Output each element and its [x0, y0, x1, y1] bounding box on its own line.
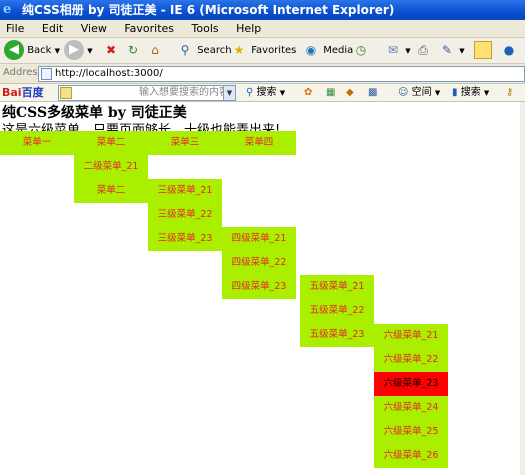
menu-tools[interactable]: Tools: [192, 20, 219, 37]
menu-favorites[interactable]: Favorites: [124, 20, 174, 37]
home-button[interactable]: ⌂: [146, 40, 164, 62]
input-icon: [60, 87, 72, 99]
standard-toolbar: ◀ Back ▼ ▶ ▼ ✖ ↻ ⌂ ⚲ Search ★ Favorites …: [0, 38, 525, 64]
submenu-l5-item-2[interactable]: 五级菜单_22: [300, 299, 374, 323]
ie-logo-icon: e: [3, 2, 12, 17]
baidu-search2-button[interactable]: ▮ 搜索 ▼: [452, 85, 489, 101]
address-label: Address: [3, 67, 43, 78]
history-button[interactable]: ◷: [352, 40, 370, 62]
back-arrow-icon: ◀: [4, 40, 24, 60]
stop-icon: ✖: [105, 43, 117, 57]
print-button[interactable]: ⎙: [414, 40, 432, 62]
page-icon: [41, 68, 52, 80]
baidu-search-input[interactable]: 输入想要搜索的内容 ▼: [58, 85, 236, 101]
submenu-l3-item-2[interactable]: 三级菜单_22: [148, 203, 222, 227]
printer-icon: ⎙: [418, 43, 428, 57]
forward-arrow-icon: ▶: [64, 40, 84, 60]
menu-edit[interactable]: Edit: [42, 20, 63, 37]
refresh-button[interactable]: ↻: [124, 40, 142, 62]
baidu-tool-1[interactable]: ✿: [304, 85, 312, 101]
submenu-l3-item-1[interactable]: 三级菜单_21: [148, 179, 222, 203]
favorites-button[interactable]: ★ Favorites: [230, 40, 297, 62]
baidu-toolbar: Bai百度 输入想要搜索的内容 ▼ ⚲ 搜索 ▼ ✿ ▦ ◆ ▩ ☺ 空间 ▼ …: [0, 84, 525, 102]
menu-item-1[interactable]: 菜单一: [0, 131, 74, 155]
space-icon: ☺: [398, 87, 409, 98]
media-button[interactable]: ◉ Media: [302, 40, 353, 62]
menu-view[interactable]: View: [81, 20, 107, 37]
note-icon: [474, 41, 492, 59]
submenu-l5-item-1[interactable]: 五级菜单_21: [300, 275, 374, 299]
forward-button[interactable]: ▶ ▼: [64, 40, 93, 62]
menu-item-3[interactable]: 菜单三: [148, 131, 222, 155]
mail-button[interactable]: ✉ ▼: [384, 40, 411, 62]
back-button[interactable]: ◀ Back ▼: [4, 40, 60, 62]
baidu-logo[interactable]: Bai百度: [2, 85, 44, 101]
image-icon: ▦: [326, 87, 336, 98]
know-icon: ◆: [346, 87, 354, 98]
menu-file[interactable]: File: [6, 20, 24, 37]
edit-icon: ✎: [441, 43, 453, 57]
baidu-search-button[interactable]: ⚲ 搜索 ▼: [246, 85, 285, 101]
window-title: 纯CSS相册 by 司徒正美 - IE 6 (Microsoft Interne…: [22, 3, 395, 17]
menu-help[interactable]: Help: [236, 20, 261, 37]
baidu-search-placeholder: 输入想要搜索的内容: [139, 87, 229, 98]
messenger-button[interactable]: ●: [500, 40, 518, 62]
baidu-tool-2[interactable]: ▦: [326, 85, 335, 101]
submenu-l6-item-4[interactable]: 六级菜单_24: [374, 396, 448, 420]
submenu-l3-item-3[interactable]: 三级菜单_23: [148, 227, 222, 251]
submenu-l6-item-6[interactable]: 六级菜单_26: [374, 444, 448, 468]
baidu-space-button[interactable]: ☺ 空间 ▼: [398, 85, 440, 101]
menu-item-2[interactable]: 菜单二: [74, 131, 148, 155]
discuss-button[interactable]: [474, 40, 492, 62]
vertical-scrollbar[interactable]: [520, 102, 525, 475]
refresh-icon: ↻: [127, 43, 139, 57]
home-icon: ⌂: [151, 43, 159, 57]
submenu-l5-item-3[interactable]: 五级菜单_23: [300, 323, 374, 347]
search-icon: ⚲: [246, 87, 254, 98]
submenu-l2-item-1[interactable]: 二级菜单_21: [74, 155, 148, 179]
baidu-tool-4[interactable]: ▩: [368, 85, 377, 101]
search-button[interactable]: ⚲ Search: [176, 40, 232, 62]
mail-icon: ✉: [387, 43, 399, 57]
star-icon: ★: [233, 43, 245, 57]
submenu-l4-item-1[interactable]: 四级菜单_21: [222, 227, 296, 251]
address-bar: Address http://localhost:3000/: [0, 64, 525, 84]
stop-button[interactable]: ✖: [102, 40, 120, 62]
history-icon: ◷: [355, 43, 367, 57]
tool-icon: ✿: [304, 87, 313, 98]
menu-bar: File Edit View Favorites Tools Help: [0, 20, 525, 38]
address-url: http://localhost:3000/: [55, 68, 163, 79]
edit-button[interactable]: ✎ ▼: [438, 40, 465, 62]
window-titlebar: e 纯CSS相册 by 司徒正美 - IE 6 (Microsoft Inter…: [0, 0, 525, 20]
submenu-l6-item-2[interactable]: 六级菜单_22: [374, 348, 448, 372]
address-field[interactable]: http://localhost:3000/: [38, 66, 525, 82]
submenu-l6-item-3-active[interactable]: 六级菜单_23: [374, 372, 448, 396]
menu-item-4[interactable]: 菜单四: [222, 131, 296, 155]
chevron-down-icon[interactable]: ▼: [223, 86, 235, 100]
baidu-key-button[interactable]: ⚷: [506, 85, 513, 101]
submenu-l4-item-3[interactable]: 四级菜单_23: [222, 275, 296, 299]
messenger-icon: ●: [503, 43, 515, 57]
submenu-l6-item-1[interactable]: 六级菜单_21: [374, 324, 448, 348]
bookmark-icon: ▮: [452, 87, 458, 98]
baidu-tool-3[interactable]: ◆: [346, 85, 354, 101]
submenu-l6-item-5[interactable]: 六级菜单_25: [374, 420, 448, 444]
submenu-l4-item-2[interactable]: 四级菜单_22: [222, 251, 296, 275]
globe-icon: ◉: [305, 43, 317, 57]
key-icon: ⚷: [506, 87, 514, 98]
search-icon: ⚲: [180, 43, 190, 57]
submenu-l2-item-2[interactable]: 菜单二: [74, 179, 148, 203]
grid-icon: ▩: [368, 87, 378, 98]
page-content: 纯CSS多级菜单 by 司徒正美 这是六级菜单，只要页面够长，十级也能弄出来! …: [0, 102, 525, 475]
